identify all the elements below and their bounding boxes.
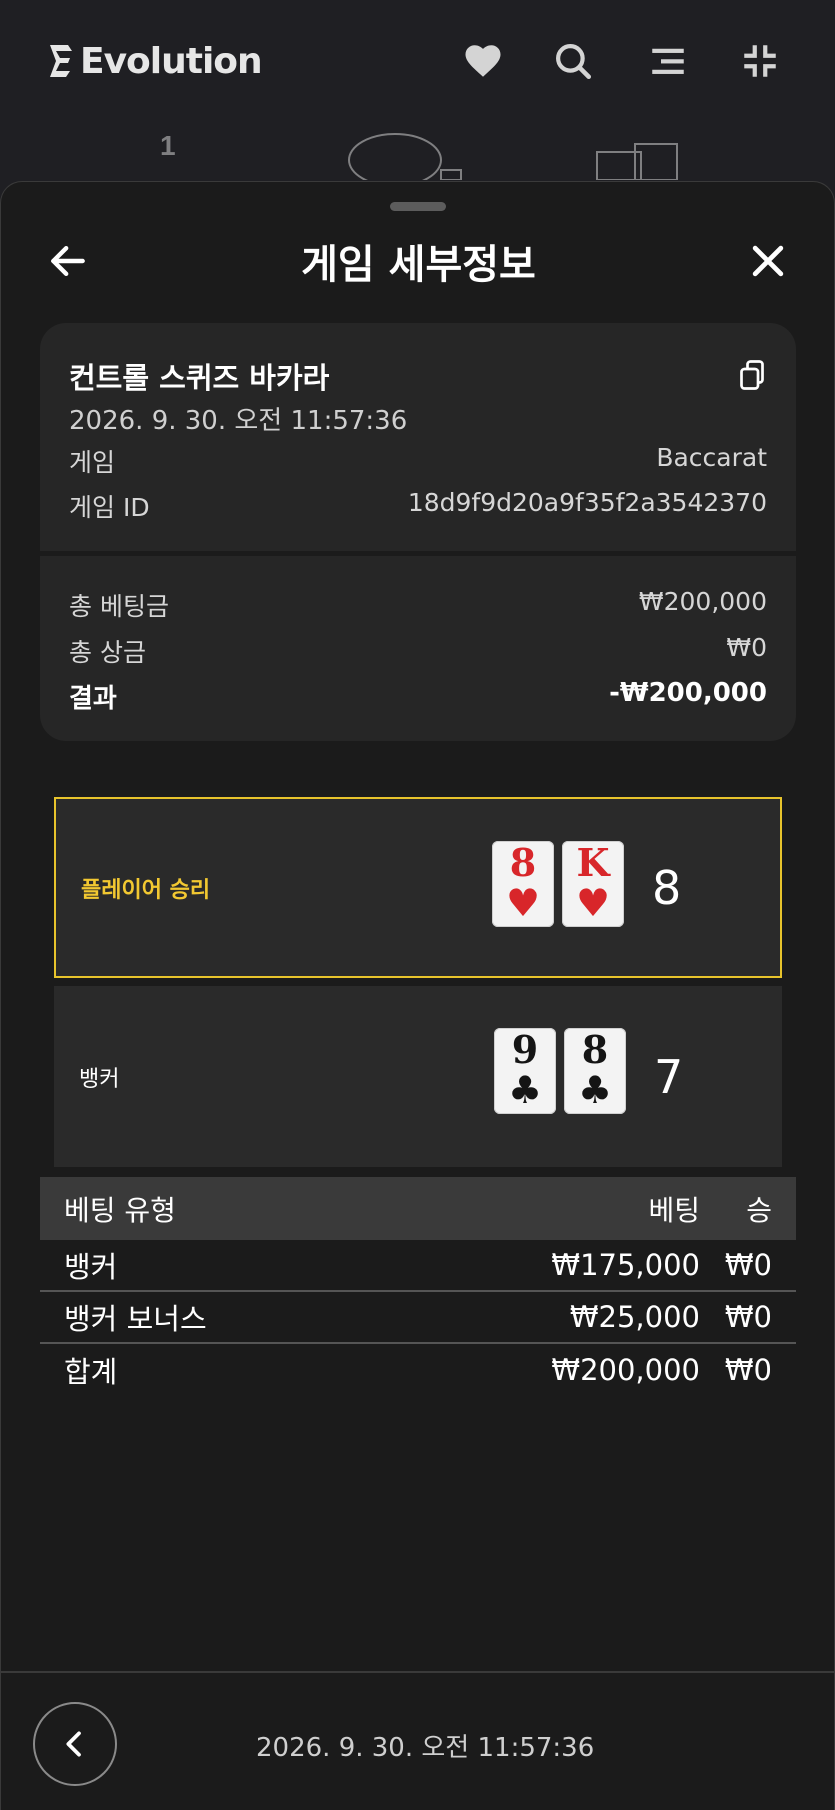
bet-type: 뱅커 보너스 [64, 1302, 207, 1336]
collapse-icon [744, 45, 776, 77]
total-value: -₩200,000 [609, 678, 767, 708]
win-amount: ₩0 [724, 1248, 772, 1282]
copy-button[interactable] [734, 357, 770, 393]
sheet-drag-handle[interactable] [390, 202, 446, 211]
game-name: 컨트롤 스퀴즈 바카라 [69, 361, 330, 395]
total-label: 총 상금 [69, 638, 146, 667]
heart-icon [465, 45, 501, 77]
background-badge-icon [348, 133, 462, 180]
total-value: ₩200,000 [638, 587, 767, 616]
sheet-title: 게임 세부정보 [301, 242, 536, 288]
chevron-left-icon [66, 1731, 81, 1757]
total-label: 결과 [69, 684, 117, 714]
player-cards: 8 ♥ K ♥ [492, 841, 624, 927]
heart-suit-icon: ♥ [505, 881, 541, 925]
footer-datetime: 2026. 9. 30. 오전 11:57:36 [256, 1733, 595, 1763]
playing-card: 8 ♥ [492, 841, 554, 927]
search-button[interactable] [550, 38, 596, 84]
playing-card: 8 ♣ [564, 1028, 626, 1114]
table-row: 뱅커 보너스 ₩25,000 ₩0 [40, 1292, 796, 1344]
win-amount: ₩0 [724, 1300, 772, 1334]
club-suit-icon: ♣ [577, 1068, 613, 1112]
card-rank: 8 [581, 1027, 609, 1072]
card-rank: 9 [511, 1027, 539, 1072]
game-datetime: 2026. 9. 30. 오전 11:57:36 [69, 406, 408, 436]
header-bet-type: 베팅 유형 [64, 1193, 176, 1227]
info-label: 게임 [69, 448, 116, 477]
club-suit-icon: ♣ [507, 1068, 543, 1112]
info-row-game-id: 게임 ID 18d9f9d20a9f35f2a3542370 [69, 488, 767, 524]
footer-divider [1, 1671, 835, 1673]
playing-card: K ♥ [562, 841, 624, 927]
info-value: Baccarat [656, 443, 767, 472]
header-bet: 베팅 [648, 1193, 700, 1227]
game-details-sheet: 게임 세부정보 컨트롤 스퀴즈 바카라 2026. 9. 30. 오전 11:5… [0, 181, 835, 1810]
table-total-row: 합계 ₩200,000 ₩0 [40, 1344, 796, 1396]
info-row-game: 게임 Baccarat [69, 443, 767, 479]
result-row: 결과 -₩200,000 [69, 678, 767, 715]
total-payout-row: 총 상금 ₩0 [69, 633, 767, 669]
card-rank: K [576, 840, 610, 885]
bets-table-header: 베팅 유형 베팅 승 [40, 1177, 796, 1240]
player-result-label: 플레이어 승리 [81, 877, 211, 903]
favorite-button[interactable] [460, 38, 506, 84]
total-value: ₩0 [726, 633, 767, 662]
total-label: 총 베팅금 [69, 592, 169, 621]
info-label: 게임 ID [69, 493, 150, 522]
game-info-card: 컨트롤 스퀴즈 바카라 2026. 9. 30. 오전 11:57:36 게임 … [40, 323, 796, 741]
top-app-bar: Evolution [0, 0, 835, 130]
bet-amount: ₩175,000 [551, 1248, 700, 1282]
brand-name: Evolution [80, 40, 263, 82]
info-value: 18d9f9d20a9f35f2a3542370 [407, 488, 767, 517]
total-bet-row: 총 베팅금 ₩200,000 [69, 587, 767, 623]
card-divider [40, 551, 796, 556]
background-number: 1 [160, 130, 176, 161]
bet-type: 뱅커 [64, 1250, 118, 1284]
banker-result: 뱅커 9 ♣ 8 ♣ 7 [54, 986, 782, 1167]
previous-game-button[interactable] [33, 1702, 117, 1786]
banker-score: 7 [654, 1049, 684, 1104]
copy-icon [740, 360, 764, 390]
banker-cards: 9 ♣ 8 ♣ [494, 1028, 626, 1114]
search-icon [556, 44, 592, 80]
player-result: 플레이어 승리 8 ♥ K ♥ 8 [54, 797, 782, 978]
bets-table: 베팅 유형 베팅 승 뱅커 ₩175,000 ₩0 뱅커 보너스 ₩25,000… [40, 1177, 796, 1396]
brand-logo: Evolution [46, 38, 263, 84]
collapse-button[interactable] [737, 38, 783, 84]
background-device-icon [596, 143, 678, 180]
player-score: 8 [652, 860, 682, 915]
playing-card: 9 ♣ [494, 1028, 556, 1114]
total-bet-amount: ₩200,000 [551, 1353, 700, 1387]
header-win: 승 [746, 1193, 772, 1227]
close-icon [752, 245, 784, 277]
table-row: 뱅커 ₩175,000 ₩0 [40, 1240, 796, 1292]
evolution-logo-icon [50, 45, 72, 77]
game-info-section: 컨트롤 스퀴즈 바카라 2026. 9. 30. 오전 11:57:36 게임 … [40, 323, 796, 551]
banker-result-label: 뱅커 [79, 1066, 120, 1092]
menu-icon [652, 48, 684, 74]
heart-suit-icon: ♥ [575, 881, 611, 925]
close-button[interactable] [741, 234, 795, 288]
total-win-amount: ₩0 [724, 1353, 772, 1387]
total-type: 합계 [64, 1355, 118, 1389]
menu-button[interactable] [645, 38, 691, 84]
card-rank: 8 [509, 840, 537, 885]
bet-amount: ₩25,000 [569, 1300, 700, 1334]
